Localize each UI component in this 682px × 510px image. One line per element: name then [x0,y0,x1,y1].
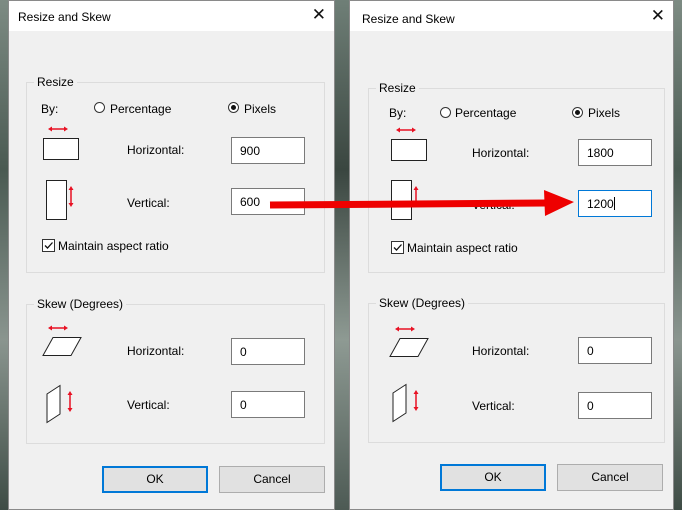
resize-skew-dialog-before: Resize and Skew ✕ Resize By: Percentage … [8,0,335,510]
skew-horizontal-input[interactable]: 0 [231,338,305,365]
pixels-label[interactable]: Pixels [244,102,276,116]
ok-button[interactable]: OK [102,466,208,493]
background-photo-left [0,0,8,510]
by-label: By: [389,106,407,120]
resize-horizontal-value: 1800 [587,146,614,160]
skew-vertical-input[interactable]: 0 [231,391,305,418]
resize-vertical-input[interactable]: 1200 [578,190,652,217]
title-bar: Resize and Skew ✕ [9,1,334,31]
skew-horizontal-icon [42,325,82,356]
resize-vertical-value: 600 [240,195,261,209]
title-bar: Resize and Skew ✕ [350,1,673,31]
maintain-aspect-checkbox[interactable] [42,239,55,252]
skew-vertical-value: 0 [240,398,247,412]
skew-group-label: Skew (Degrees) [376,296,469,310]
resize-horizontal-label: Horizontal: [127,143,185,157]
resize-vertical-label: Vertical: [472,198,515,212]
skew-vertical-icon [46,384,73,424]
text-caret [613,197,615,210]
pixels-radio[interactable] [572,107,583,118]
resize-group-label: Resize [376,81,419,95]
ok-button[interactable]: OK [440,464,546,491]
skew-horizontal-value: 0 [240,345,247,359]
close-icon[interactable]: ✕ [651,6,665,26]
dialog-title: Resize and Skew [18,10,111,24]
skew-horizontal-label: Horizontal: [127,344,185,358]
resize-skew-dialog-after: Resize and Skew ✕ Resize By: Percentage … [349,0,674,510]
percentage-label[interactable]: Percentage [455,106,516,120]
skew-vertical-icon [392,383,419,423]
resize-horizontal-input[interactable]: 900 [231,137,305,164]
resize-vertical-value: 1200 [587,197,614,211]
cancel-button[interactable]: Cancel [557,464,663,491]
resize-horizontal-label: Horizontal: [472,146,530,160]
resize-vertical-icon [46,180,74,220]
close-icon[interactable]: ✕ [312,5,326,25]
skew-horizontal-icon [389,326,429,357]
skew-horizontal-label: Horizontal: [472,344,530,358]
by-label: By: [41,102,59,116]
resize-horizontal-icon [391,127,427,161]
resize-horizontal-input[interactable]: 1800 [578,139,652,166]
maintain-aspect-checkbox[interactable] [391,241,404,254]
skew-vertical-value: 0 [587,399,594,413]
maintain-aspect-label[interactable]: Maintain aspect ratio [407,241,518,255]
resize-horizontal-value: 900 [240,144,261,158]
skew-horizontal-input[interactable]: 0 [578,337,652,364]
skew-vertical-input[interactable]: 0 [578,392,652,419]
resize-horizontal-icon [43,126,79,160]
resize-vertical-icon [391,180,419,220]
resize-vertical-label: Vertical: [127,196,170,210]
skew-group-label: Skew (Degrees) [34,297,127,311]
percentage-label[interactable]: Percentage [110,102,171,116]
percentage-radio[interactable] [94,102,105,113]
skew-vertical-label: Vertical: [127,398,170,412]
resize-group-label: Resize [34,75,77,89]
skew-horizontal-value: 0 [587,344,594,358]
background-photo-middle [335,0,349,510]
pixels-radio[interactable] [228,102,239,113]
maintain-aspect-label[interactable]: Maintain aspect ratio [58,239,169,253]
skew-vertical-label: Vertical: [472,399,515,413]
pixels-label[interactable]: Pixels [588,106,620,120]
resize-vertical-input[interactable]: 600 [231,188,305,215]
background-photo-right [674,0,682,510]
percentage-radio[interactable] [440,107,451,118]
cancel-button[interactable]: Cancel [219,466,325,493]
dialog-title: Resize and Skew [362,12,455,26]
